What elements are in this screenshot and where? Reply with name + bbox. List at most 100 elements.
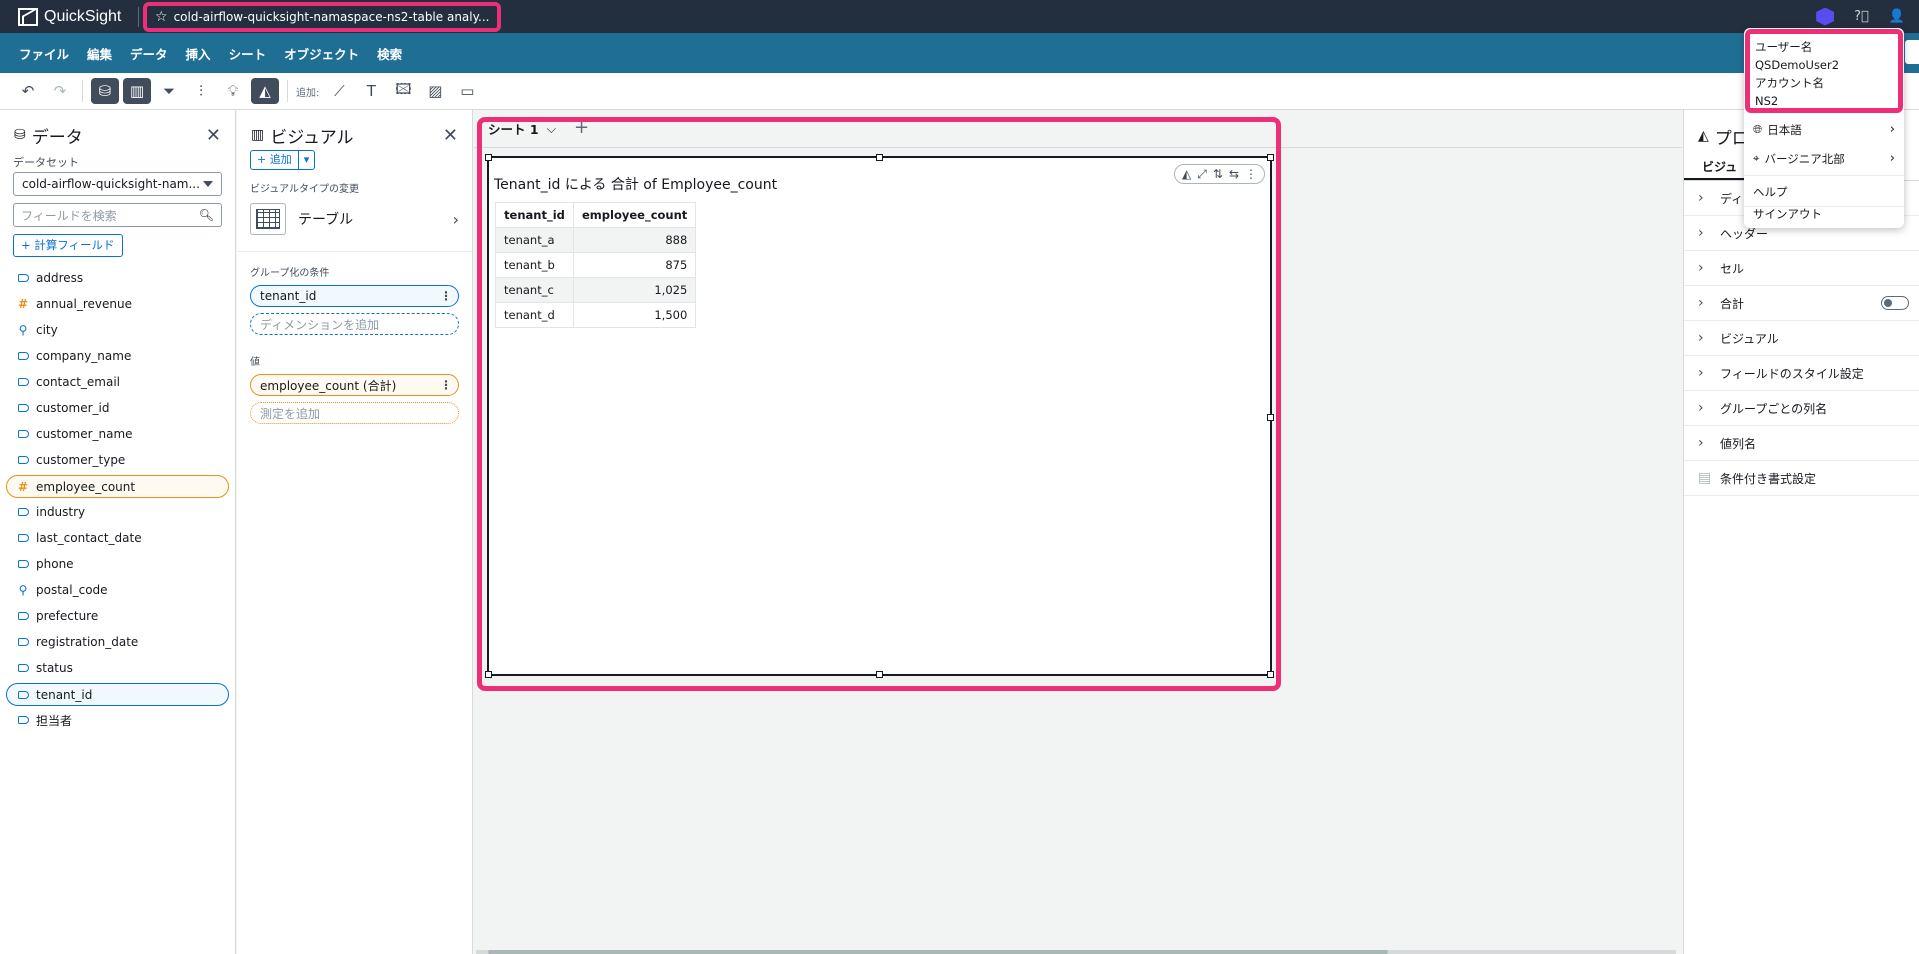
add-dimension-dropzone[interactable]: ディメンションを追加 [250,313,459,335]
menu-file[interactable]: ファイル [10,44,78,63]
property-section[interactable]: › フィールドのスタイル設定 [1684,356,1919,391]
property-section-label: ディ [1720,191,1744,206]
add-text-icon[interactable]: T [357,78,385,104]
field-item[interactable]: # annual_revenue [0,291,235,317]
user-icon[interactable]: 👤 [1889,9,1905,24]
add-visual-icon[interactable]: ⟋ [325,78,353,104]
insights-icon[interactable]: 💡︎ [219,78,247,104]
dataset-select[interactable]: cold-airflow-quicksight-nam... [13,172,222,196]
field-item[interactable]: customer_name [0,421,235,447]
field-item[interactable]: customer_id [0,395,235,421]
property-section[interactable]: › 合計 [1684,286,1919,321]
property-section-label: ビジュアル [1720,331,1779,346]
add-visual-button[interactable]: + 追加 ▾ [250,150,316,170]
resize-handle[interactable] [1267,414,1274,421]
field-item[interactable]: address [0,265,235,291]
close-icon[interactable]: ✕ [206,125,221,146]
menu-insert[interactable]: 挿入 [177,44,220,63]
table-cell[interactable]: tenant_a [495,227,574,253]
table-header[interactable]: employee_count [572,202,697,228]
table-cell[interactable]: 1,025 [572,277,697,303]
table-cell[interactable]: 888 [572,227,697,253]
chevron-right-icon: › [1698,435,1704,451]
chevron-down-icon[interactable]: ▾ [297,151,315,169]
signout-menu-item[interactable]: サインアウト [1744,200,1904,227]
close-icon[interactable]: ✕ [443,125,458,146]
resize-handle[interactable] [485,671,492,678]
swap-icon[interactable]: ⇆ [1229,167,1239,181]
property-section[interactable]: › セル [1684,251,1919,286]
language-menu-item[interactable]: 🌐︎ 日本語 › [1744,116,1904,143]
field-item[interactable]: company_name [0,343,235,369]
format-visual-icon[interactable]: ◭ [1182,167,1191,181]
field-item[interactable]: registration_date [0,629,235,655]
resize-handle[interactable] [1267,671,1274,678]
property-section[interactable]: › ビジュアル [1684,321,1919,356]
more-options-icon[interactable]: ⋮ [1245,167,1257,181]
property-section[interactable]: ▤ 条件付き書式設定 [1684,461,1919,496]
group-by-field-pill[interactable]: tenant_id ⋮ [250,285,459,307]
sort-icon[interactable]: ⇅ [1213,167,1223,181]
more-options-icon[interactable]: ⋮ [440,378,452,392]
menu-sheet[interactable]: シート [220,44,276,63]
data-panel-toggle-icon[interactable]: ⛁ [91,78,119,104]
add-embed-icon[interactable]: ▭ [453,78,481,104]
value-field-pill[interactable]: employee_count (合計) ⋮ [250,374,459,396]
field-item[interactable]: customer_type [0,447,235,473]
property-sections: › ディ › ヘッダー › セル › 合計 › ビジュアル › フィールドのスタイル設定 › グループごと… [1684,181,1919,496]
add-insight-icon[interactable]: ▨ [421,78,449,104]
undo-icon[interactable]: ↶ [14,78,42,104]
table-cell[interactable]: tenant_c [495,277,574,303]
horizontal-scrollbar[interactable] [476,950,1676,954]
menu-edit[interactable]: 編集 [78,44,121,63]
field-item[interactable]: 担当者 [0,707,235,733]
filter-icon[interactable]: ⏷ [155,78,183,104]
field-item[interactable]: tenant_id [6,683,229,706]
resize-handle[interactable] [485,154,492,161]
resize-handle[interactable] [876,671,883,678]
field-item[interactable]: ⚲ city [0,317,235,343]
field-item[interactable]: industry [0,499,235,525]
properties-toggle-icon[interactable]: ◭ [251,78,279,104]
field-item[interactable]: ⚲ postal_code [0,577,235,603]
menu-search[interactable]: 検索 [368,44,411,63]
redo-icon[interactable]: ↷ [46,78,74,104]
table-header[interactable]: tenant_id [495,202,574,228]
table-cell[interactable]: tenant_b [495,252,574,278]
expand-icon[interactable]: ⤢ [1197,167,1207,182]
menu-data[interactable]: データ [121,44,177,63]
resize-handle[interactable] [1267,154,1274,161]
field-item[interactable]: status [0,655,235,681]
help-icon[interactable]: ?⃝ [1854,9,1869,24]
field-item[interactable]: prefecture [0,603,235,629]
analysis-title-box[interactable]: ☆ cold-airflow-quicksight-namaspace-ns2-… [143,1,502,32]
parameters-icon[interactable]: ⫶ [187,78,215,104]
scrollbar-thumb[interactable] [488,950,1388,954]
visual-type-selector[interactable]: テーブル › [237,199,472,239]
table-cell[interactable]: 875 [572,252,697,278]
add-image-icon[interactable]: 🖾 [389,78,417,104]
amazon-q-icon[interactable] [1816,7,1835,26]
quicksight-logo[interactable]: QuickSight [0,7,134,26]
menu-overflow-button[interactable] [1905,40,1919,64]
table-cell[interactable]: 1,500 [572,302,697,328]
table-visual[interactable]: Tenant_id による 合計 of Employee_count ◭ ⤢ ⇅… [485,154,1274,678]
add-measure-dropzone[interactable]: 測定を追加 [250,402,459,424]
field-item[interactable]: contact_email [0,369,235,395]
field-search-input[interactable]: フィールドを検索 🔍︎ [13,203,222,227]
property-section[interactable]: › 値列名 [1684,426,1919,461]
table-cell[interactable]: tenant_d [495,302,574,328]
star-icon[interactable]: ☆ [155,9,168,25]
visual-title[interactable]: Tenant_id による 合計 of Employee_count [494,174,777,194]
resize-handle[interactable] [876,154,883,161]
totals-toggle[interactable] [1881,296,1909,310]
field-item[interactable]: last_contact_date [0,525,235,551]
visual-panel-toggle-icon[interactable]: ▥ [123,78,151,104]
menu-object[interactable]: オブジェクト [275,44,368,63]
region-menu-item[interactable]: ⌖ バージニア北部 › [1744,145,1904,172]
field-item[interactable]: # employee_count [6,475,229,498]
field-item[interactable]: phone [0,551,235,577]
property-section[interactable]: › グループごとの列名 [1684,391,1919,426]
add-calculated-field-button[interactable]: + 計算フィールド [13,234,123,257]
more-options-icon[interactable]: ⋮ [440,289,452,303]
